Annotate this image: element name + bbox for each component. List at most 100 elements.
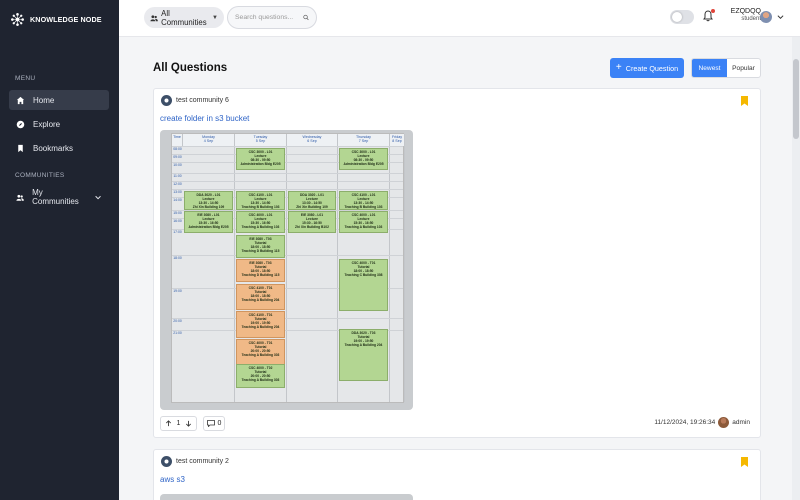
timetable-event: CSC 3000 - L01 Lecture 08:30 - 09:50 Adm…	[236, 148, 285, 170]
community-avatar-icon	[161, 95, 172, 106]
search-icon[interactable]	[303, 13, 309, 22]
community-selector[interactable]: All Communities ▼	[144, 7, 224, 28]
user-name: EZQDQQ	[730, 8, 761, 15]
menu-section-label: MENU	[15, 75, 36, 82]
chevron-down-icon[interactable]	[777, 14, 784, 20]
question-image[interactable]: Time Monday 4 Sep Tuesday 5 Sep Wednesday 6…	[160, 130, 413, 410]
timetable-time-label: 18:00	[173, 256, 182, 260]
question-card[interactable]: test community 6 create folder in s3 buc…	[153, 88, 761, 438]
timetable-row-line	[172, 255, 403, 256]
timetable-event: CSC 4000 - L01 Lecture 15:30 - 16:50 Tea…	[236, 211, 285, 233]
timetable-column	[287, 146, 338, 402]
sidebar-item-home[interactable]: Home	[9, 90, 109, 110]
avatar[interactable]	[718, 417, 730, 428]
question-meta: 11/12/2024, 19:26:34 admin	[654, 417, 750, 428]
timetable-event: CSC 4000 - T01 Tutorial 20:00 - 20:50 Te…	[236, 339, 285, 365]
timetable-time-label: 20:00	[173, 319, 182, 323]
timetable-time-label: 21:00	[173, 331, 182, 335]
logo-icon	[11, 12, 24, 26]
timetable-day-header: Tuesday 5 Sep	[235, 134, 287, 146]
timetable-event: CSC 4100 - L01 Lecture 13:30 - 14:50 Tea…	[236, 191, 285, 210]
community-name: test community 2	[176, 458, 229, 465]
notification-dot	[711, 9, 715, 13]
search-box	[227, 6, 317, 29]
card-community[interactable]: test community 6	[161, 95, 229, 106]
chevron-down-icon	[95, 195, 101, 199]
timetable-time-header: Time	[172, 134, 183, 146]
question-title[interactable]: create folder in s3 bucket	[160, 114, 249, 123]
timetable-row-line	[172, 181, 403, 182]
timetable-row-line	[172, 146, 403, 147]
timetable-time-label: 13:00	[173, 190, 182, 194]
bookmark-icon[interactable]	[741, 457, 748, 467]
search-input[interactable]	[235, 14, 303, 21]
timetable-event: CSC 4000 - L01 Lecture 15:30 - 16:50 Tea…	[339, 211, 388, 233]
author-name[interactable]: admin	[732, 419, 750, 426]
timetable-time-label: 09:00	[173, 155, 182, 159]
comment-count: 0	[217, 420, 222, 427]
user-info[interactable]: EZQDQQ student	[727, 8, 761, 22]
plus-icon: +	[615, 62, 622, 73]
toggle-knob	[672, 12, 682, 22]
sidebar-item-label: Explore	[33, 119, 61, 129]
scrollbar[interactable]	[792, 37, 800, 500]
timetable-day-header: Friday 8 Sep	[390, 134, 405, 146]
timetable-time-label: 15:00	[173, 211, 182, 215]
sidebar: KNOWLEDGE NODE MENU Home Explore Bookmar…	[0, 0, 119, 500]
caret-down-icon: ▼	[212, 14, 218, 21]
timetable-column	[183, 146, 235, 402]
timetable-event: CSC 4100 - T01 Tutorial 19:00 - 19:50 Te…	[236, 311, 285, 338]
topbar: All Communities ▼ EZQDQQ student	[119, 0, 800, 37]
scroll-thumb[interactable]	[793, 59, 799, 139]
sidebar-item-explore[interactable]: Explore	[9, 114, 109, 134]
sidebar-item-bookmarks[interactable]: Bookmarks	[9, 138, 109, 158]
comments-button[interactable]: 0	[203, 416, 225, 431]
card-community[interactable]: test community 2	[161, 456, 229, 467]
timetable-screenshot: Time Monday 4 Sep Tuesday 5 Sep Wednesday 6…	[171, 133, 405, 403]
page-title: All Questions	[153, 62, 228, 74]
vote-count: 1	[176, 420, 181, 427]
timetable-time-label: 17:00	[173, 230, 182, 234]
sort-popular-button[interactable]: Popular	[727, 59, 760, 77]
arrow-down-icon[interactable]	[185, 420, 192, 427]
bookmark-icon[interactable]	[741, 96, 748, 106]
community-name: test community 6	[176, 97, 229, 104]
timetable-event: DDA 3020 - L01 Lecture 13:30 - 14:50 Zhi…	[184, 191, 233, 210]
timetable-row-line	[172, 318, 403, 319]
timetable-time-label: 11:00	[173, 174, 182, 178]
timetable-time-label: 16:00	[173, 219, 182, 223]
timetable-day-header: Monday 4 Sep	[183, 134, 235, 146]
timetable-column	[390, 146, 405, 402]
communities-section-label: COMMUNITIES	[15, 172, 65, 179]
timetable-time-label: 12:00	[173, 182, 182, 186]
timetable-row-line	[172, 173, 403, 174]
timetable-event: EIE 3080 - T03 Tutorial 18:00 - 18:50 Te…	[236, 235, 285, 258]
main-nav: Home Explore Bookmarks	[0, 90, 119, 158]
avatar[interactable]	[760, 11, 772, 23]
timetable-time-label: 10:00	[173, 163, 182, 167]
question-card[interactable]: test community 2 aws s3	[153, 449, 761, 500]
timetable-event: EIE 3080 - L01 Lecture 15:30 - 16:50 Adm…	[184, 211, 233, 233]
timetable-event: DDA 3020 - L01 Lecture 13:30 - 14:50 Zhi…	[288, 191, 336, 210]
timetable-event: CSC 4000 - T01 Tutorial 18:00 - 18:50 Te…	[339, 259, 388, 311]
bookmark-icon	[18, 144, 23, 152]
create-question-button[interactable]: + Create Question	[610, 58, 684, 78]
timetable-event: EIE 3080 - L01 Lecture 15:30 - 16:50 Zhi…	[288, 211, 336, 233]
question-timestamp: 11/12/2024, 19:26:34	[654, 419, 716, 426]
timetable-event: CSC 4100 - T01 Tutorial 18:00 - 18:50 Te…	[236, 284, 285, 310]
timetable-event: EIE 3080 - T03 Tutorial 18:00 - 18:50 Te…	[236, 259, 285, 282]
timetable-time-label: 08:00	[173, 147, 182, 151]
create-question-label: Create Question	[625, 63, 679, 73]
sidebar-item-label: Home	[33, 95, 55, 105]
sidebar-item-my-communities[interactable]: My Communities	[9, 187, 109, 207]
timetable-event: CSC 4100 - L01 Lecture 13:30 - 14:50 Tea…	[339, 191, 388, 210]
question-title[interactable]: aws s3	[160, 475, 185, 484]
home-icon	[16, 96, 25, 104]
community-avatar-icon	[161, 456, 172, 467]
users-icon	[16, 194, 24, 201]
question-image[interactable]	[160, 494, 413, 500]
theme-toggle[interactable]	[670, 10, 694, 24]
brand[interactable]: KNOWLEDGE NODE	[0, 0, 119, 38]
arrow-up-icon[interactable]	[165, 420, 172, 427]
sort-newest-button[interactable]: Newest	[692, 59, 727, 77]
